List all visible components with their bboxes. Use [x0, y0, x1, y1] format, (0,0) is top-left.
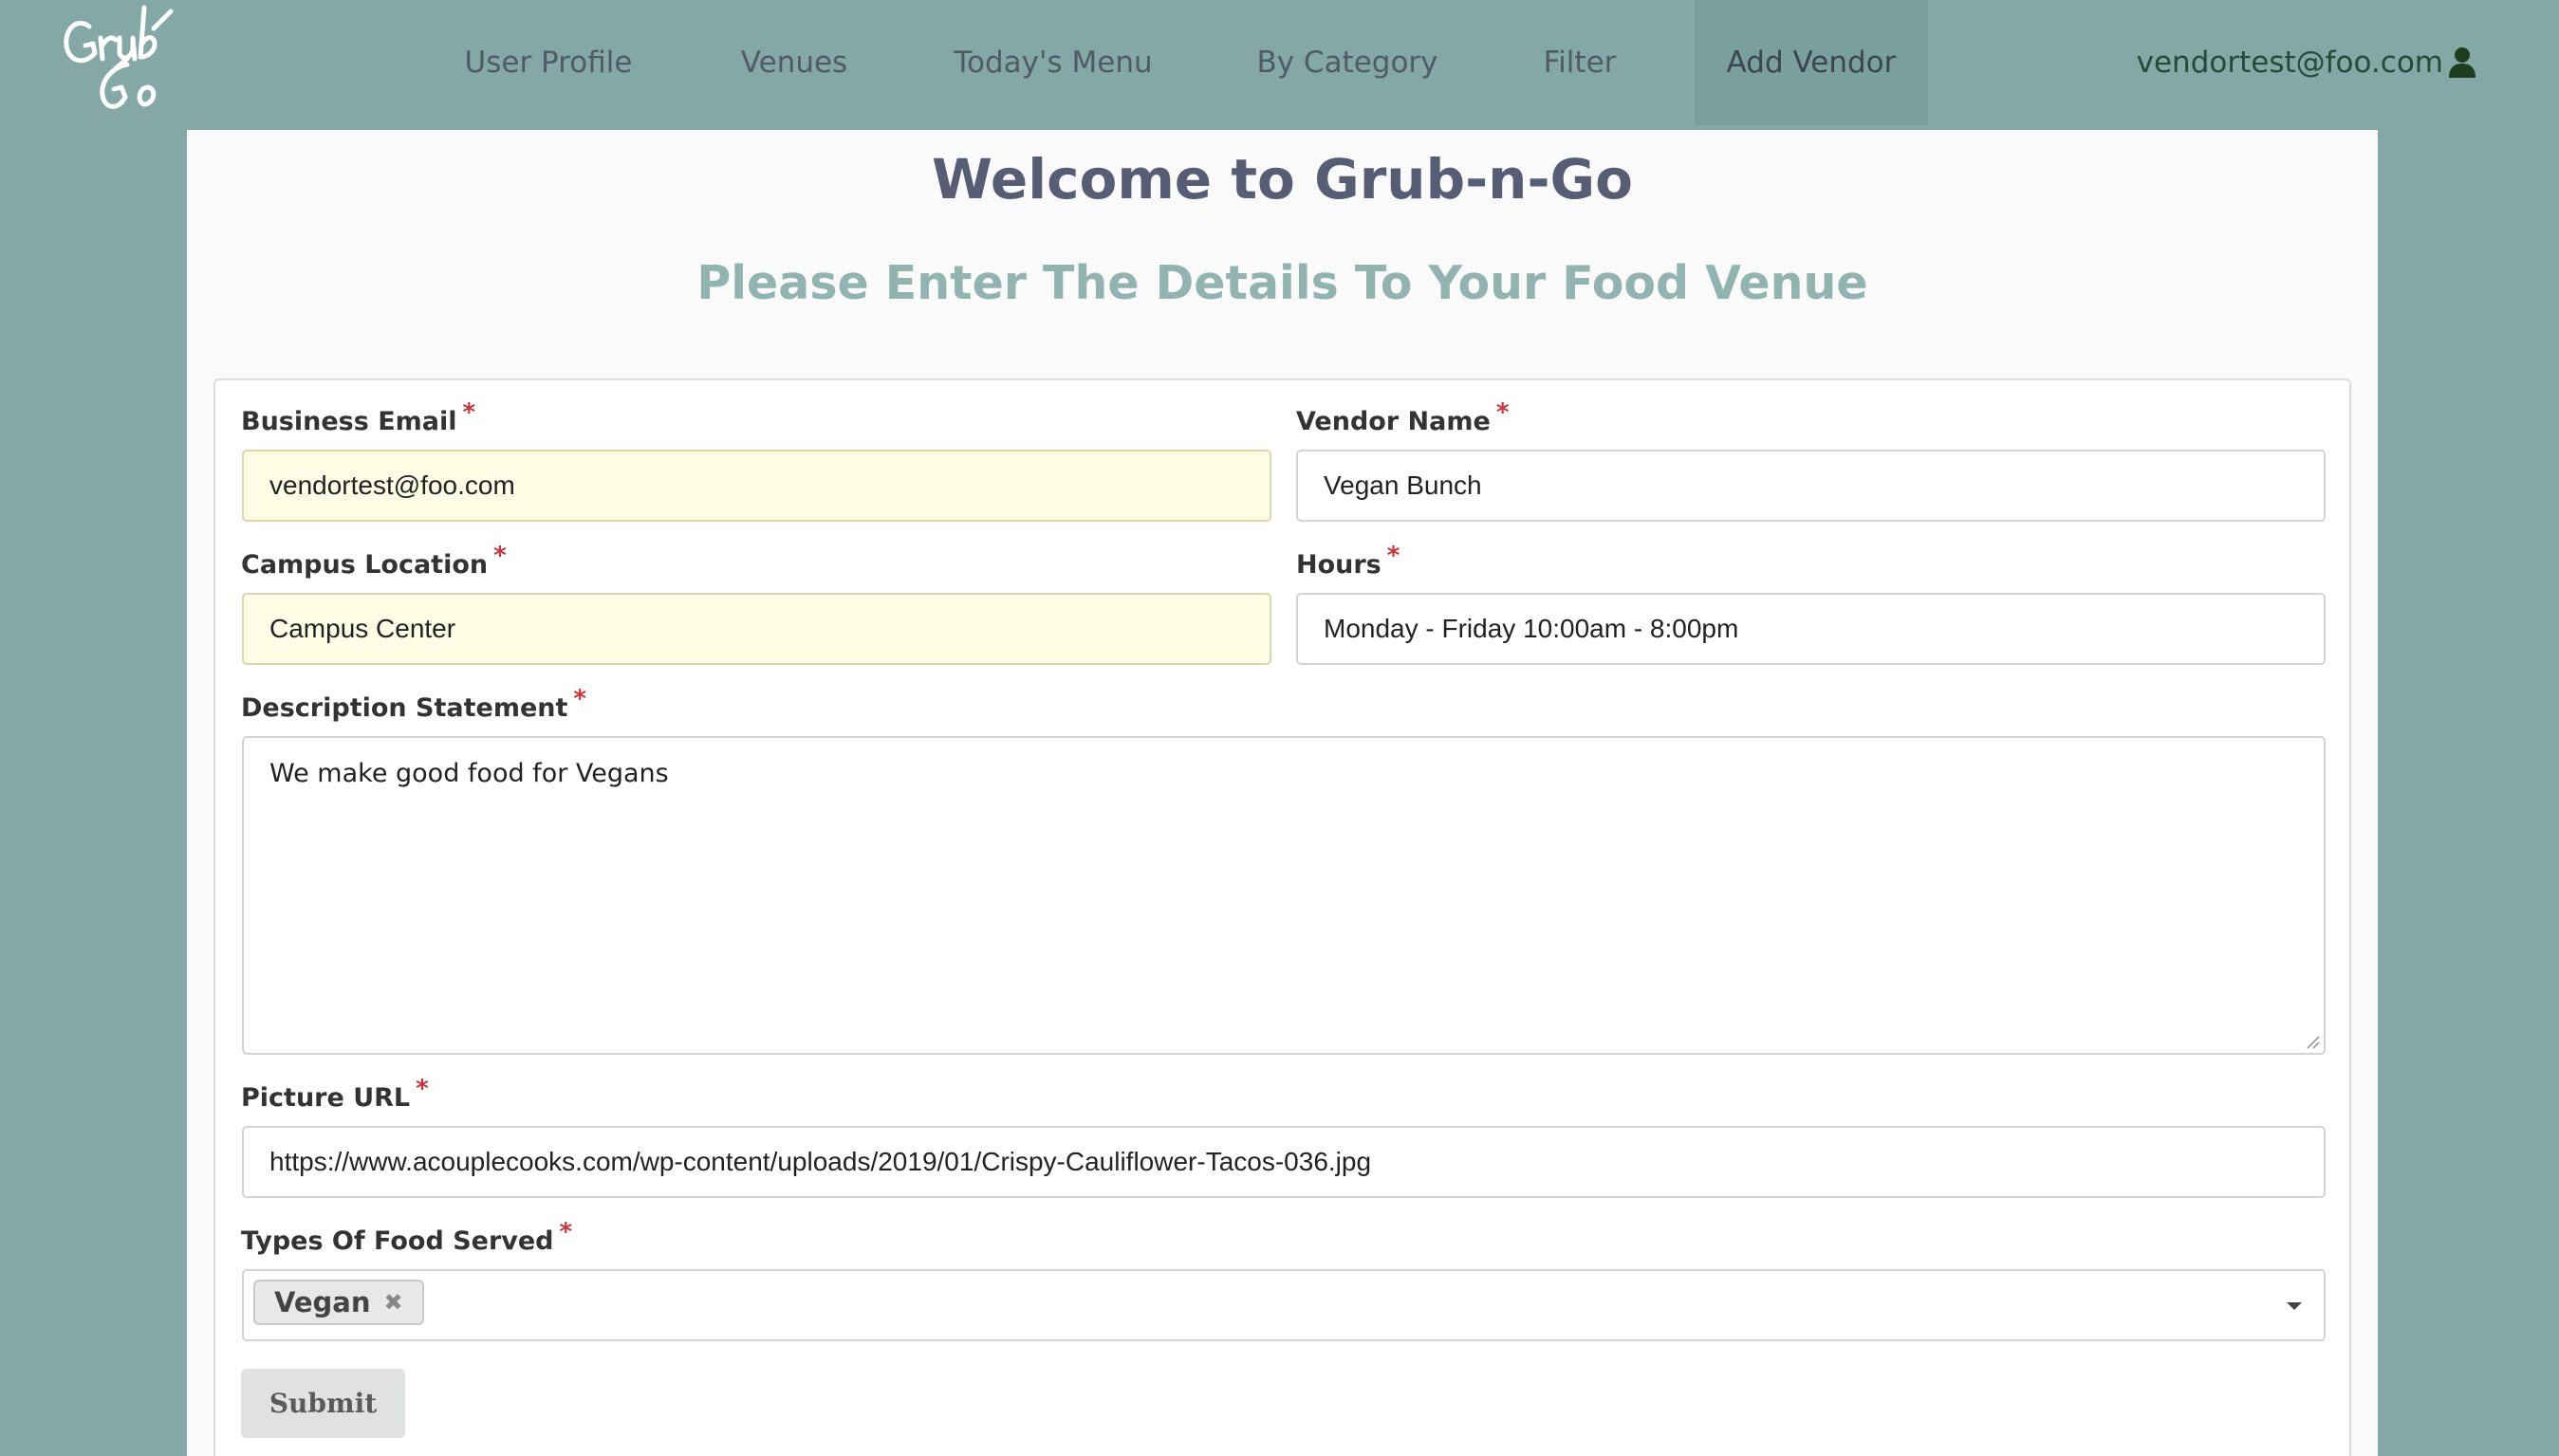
- navbar: User Profile Venues Today's Menu By Cate…: [0, 0, 2559, 130]
- business-email-label: Business Email *: [241, 398, 476, 436]
- resize-handle-icon[interactable]: [2305, 1034, 2320, 1049]
- picture-url-label: Picture URL *: [241, 1075, 429, 1113]
- food-types-multiselect[interactable]: Vegan ✖: [242, 1269, 2326, 1341]
- vendor-form: Business Email * vendortest@foo.com Vendo…: [213, 378, 2351, 1456]
- page-subtitle: Please Enter The Details To Your Food Ve…: [696, 256, 1868, 310]
- page-container: Welcome to Grub-n-Go Please Enter The De…: [187, 130, 2378, 1456]
- hours-field[interactable]: Monday - Friday 10:00am - 8:00pm: [1296, 593, 2326, 665]
- user-email: vendortest@foo.com: [2136, 46, 2443, 80]
- required-mark: *: [462, 398, 476, 427]
- vendor-name-label: Vendor Name *: [1296, 398, 1510, 436]
- description-textarea[interactable]: We make good food for Vegans: [242, 736, 2326, 1055]
- vendor-name-field[interactable]: Vegan Bunch: [1296, 450, 2326, 522]
- hours-label: Hours *: [1296, 542, 1400, 580]
- required-mark: *: [1495, 398, 1510, 427]
- submit-button[interactable]: Submit: [241, 1369, 405, 1438]
- nav-add-vendor[interactable]: Add Vendor: [1695, 0, 1928, 125]
- nav-todays-menu[interactable]: Today's Menu: [936, 0, 1171, 125]
- description-label: Description Statement *: [241, 685, 587, 723]
- user-menu[interactable]: vendortest@foo.com: [2137, 0, 2477, 125]
- business-email-field[interactable]: vendortest@foo.com: [242, 450, 1271, 522]
- page-title: Welcome to Grub-n-Go: [932, 147, 1633, 212]
- nav-user-profile[interactable]: User Profile: [442, 0, 655, 125]
- description-text: We make good food for Vegans: [269, 759, 669, 788]
- user-icon: [2447, 46, 2477, 79]
- dropdown-caret-icon[interactable]: [2286, 1301, 2303, 1311]
- required-mark: *: [559, 1218, 573, 1246]
- required-mark: *: [573, 685, 587, 713]
- campus-location-label: Campus Location *: [241, 542, 507, 580]
- campus-location-field[interactable]: Campus Center: [242, 593, 1271, 665]
- remove-chip-icon[interactable]: ✖: [384, 1289, 403, 1316]
- food-type-chip-vegan: Vegan ✖: [253, 1280, 424, 1325]
- chip-label: Vegan: [274, 1286, 371, 1318]
- nav-by-category[interactable]: By Category: [1241, 0, 1454, 125]
- required-mark: *: [1386, 542, 1400, 570]
- required-mark: *: [416, 1075, 429, 1103]
- nav-filter[interactable]: Filter: [1524, 0, 1636, 125]
- nav-venues[interactable]: Venues: [718, 0, 870, 125]
- required-mark: *: [493, 542, 507, 570]
- food-types-label: Types Of Food Served *: [241, 1218, 573, 1256]
- picture-url-field[interactable]: https://www.acouplecooks.com/wp-content/…: [242, 1126, 2326, 1198]
- grub-n-go-logo[interactable]: [59, 0, 182, 127]
